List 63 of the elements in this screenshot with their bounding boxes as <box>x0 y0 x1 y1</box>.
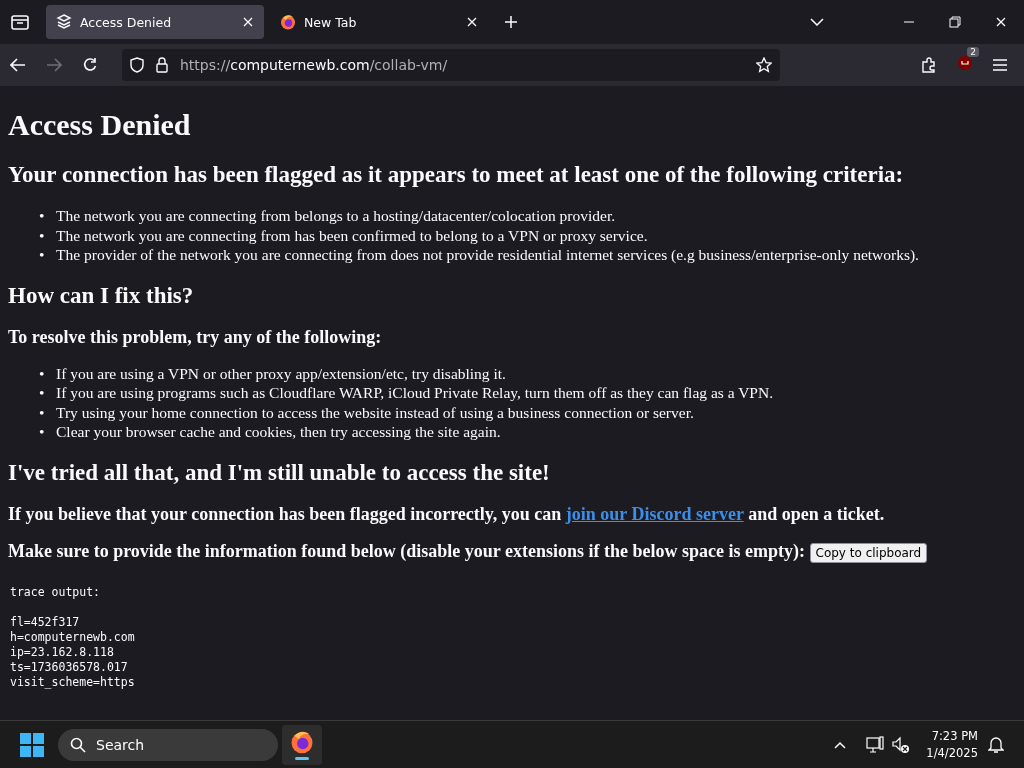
site-icon <box>56 14 72 30</box>
trace-line: fl=452f317 <box>10 614 81 630</box>
tab-list-icon[interactable] <box>11 14 29 30</box>
clock-date: 1/4/2025 <box>926 744 978 762</box>
back-arrow-icon[interactable] <box>10 58 26 72</box>
list-item-text: If you are using programs such as Cloudflare WARP, iCloud Private Relay, turn them off as they can flag as a VPN. <box>56 384 774 401</box>
restore-icon[interactable] <box>949 16 961 28</box>
section-heading: Your connection has been flagged as it appears to meet at least one of the following criteria: <box>8 162 905 188</box>
firefox-icon <box>280 14 296 30</box>
list-item-text: The network you are connecting from has been confirmed to belong to a VPN or proxy service. <box>56 226 648 244</box>
new-tab-icon[interactable] <box>504 15 518 29</box>
search-field[interactable]: Search <box>58 728 278 761</box>
close-tab-icon[interactable] <box>466 16 478 28</box>
paragraph: Make sure to provide the information found below (disable your extensions if the below space is empty): <box>8 540 805 561</box>
address-bar[interactable]: https://computernewb.com/collab-vm/ <box>122 49 780 81</box>
menu-icon[interactable] <box>993 59 1007 71</box>
firefox-icon <box>290 729 314 754</box>
chevron-up-icon[interactable] <box>834 740 847 749</box>
bullet: • <box>39 383 46 403</box>
shield-icon[interactable] <box>130 57 144 73</box>
copy-button[interactable]: Copy to clipboard <box>809 542 928 563</box>
forward-arrow-icon[interactable] <box>46 58 62 72</box>
section-heading: I've tried all that, and I'm still unable to access the site! <box>8 459 551 486</box>
active-indicator-icon <box>295 756 309 760</box>
chevron-down-icon[interactable] <box>810 18 824 26</box>
lock-icon[interactable] <box>156 57 168 73</box>
trace-label: trace output: <box>10 584 101 600</box>
paragraph: If you believe that your connection has been flagged incorrectly, you can join our Discord server and open a ticket. <box>8 503 886 525</box>
list-item-text: The network you are connecting from belongs to a hosting/datacenter/colocation provider. <box>56 207 616 224</box>
bell-icon[interactable] <box>988 735 1004 754</box>
muted-speaker-icon[interactable] <box>892 735 911 754</box>
reload-icon[interactable] <box>82 57 98 73</box>
browser-tab[interactable]: New Tab <box>270 5 488 39</box>
list-item-text: The provider of the network you are connecting from does not provide residential internet services (e.g business/enterprise-only networks). <box>56 246 919 263</box>
list-item-text: If you are using a VPN or other proxy app/extension/etc, try disabling it. <box>56 364 506 382</box>
trace-line: ip=23.162.8.118 <box>10 644 115 660</box>
taskbar-app[interactable] <box>282 724 322 765</box>
bullet: • <box>39 402 46 422</box>
bullet: • <box>39 206 46 226</box>
extension-badge: 2 <box>967 47 979 57</box>
close-tab-icon[interactable] <box>242 16 254 28</box>
clock-time: 7:23 PM <box>930 727 978 745</box>
page-title: Access Denied <box>8 108 192 142</box>
list-item-text: Clear your browser cache and cookies, then try accessing the site again. <box>56 423 501 440</box>
subheading: To resolve this problem, try any of the following: <box>8 326 383 348</box>
trace-line: ts=1736036578.017 <box>10 659 129 675</box>
puzzle-icon[interactable] <box>921 57 937 73</box>
close-window-icon[interactable] <box>995 16 1007 28</box>
list-item-text: Try using your home connection to access the website instead of using a business connection or server. <box>56 403 694 421</box>
discord-link[interactable]: join our Discord server <box>565 503 744 524</box>
extension-icon[interactable] <box>957 55 973 71</box>
bullet: • <box>39 225 46 245</box>
url-text: https://computernewb.com/collab-vm/ <box>180 57 449 73</box>
trace-line: h=computernewb.com <box>10 629 136 645</box>
bullet: • <box>39 422 46 442</box>
bullet: • <box>39 363 46 383</box>
bullet: • <box>39 245 46 265</box>
network-icon[interactable] <box>866 735 885 754</box>
trace-line: visit_scheme=https <box>10 674 136 690</box>
section-heading: How can I fix this? <box>8 282 195 309</box>
browser-tab[interactable]: Access Denied <box>46 5 264 39</box>
star-icon[interactable] <box>756 57 772 73</box>
windows-start-icon[interactable] <box>20 732 44 757</box>
